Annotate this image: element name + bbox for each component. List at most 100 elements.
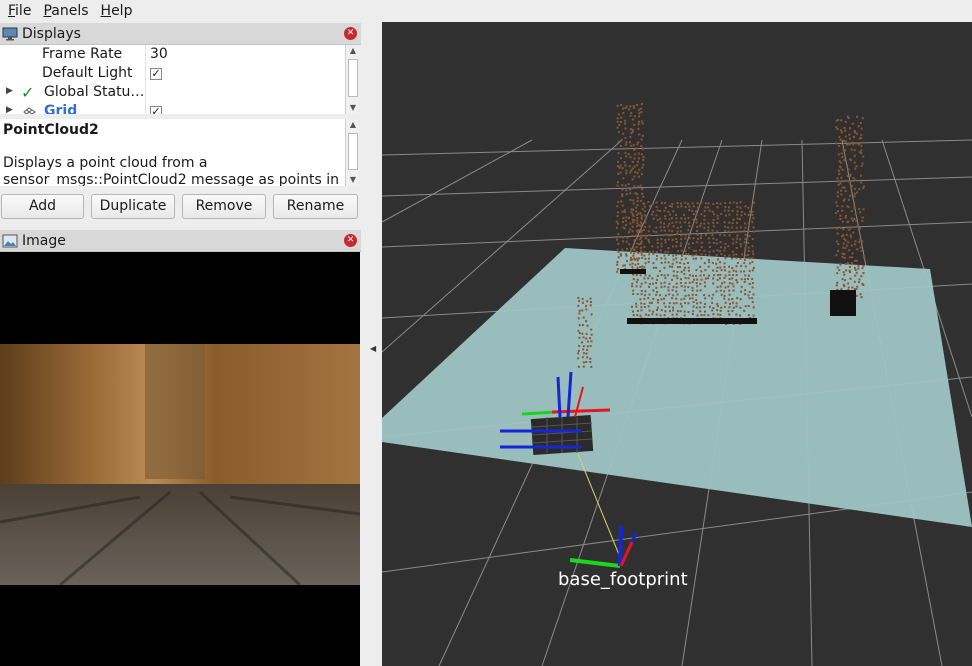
point-cloud-point bbox=[680, 217, 682, 219]
scroll-up-icon[interactable]: ▲ bbox=[346, 45, 360, 57]
point-cloud-point bbox=[744, 213, 746, 215]
point-cloud-point bbox=[636, 222, 638, 224]
point-cloud-point bbox=[751, 278, 753, 280]
scroll-up-icon[interactable]: ▲ bbox=[346, 119, 360, 131]
rename-button[interactable]: Rename bbox=[273, 194, 358, 219]
render-viewport[interactable]: base_footprint bbox=[382, 22, 972, 666]
point-cloud-point bbox=[836, 178, 838, 180]
point-cloud-point bbox=[621, 195, 623, 197]
remove-button[interactable]: Remove bbox=[182, 194, 266, 219]
image-close-button[interactable]: ✕ bbox=[344, 234, 357, 247]
point-cloud-point bbox=[748, 257, 750, 259]
point-cloud-point bbox=[840, 227, 842, 229]
collapse-left-arrow-icon[interactable]: ◀ bbox=[370, 344, 376, 353]
point-cloud-point bbox=[858, 188, 860, 190]
point-cloud-point bbox=[835, 142, 837, 144]
point-cloud-point bbox=[700, 270, 702, 272]
scroll-thumb[interactable] bbox=[348, 59, 358, 97]
point-cloud-point bbox=[733, 201, 735, 203]
point-cloud-point bbox=[633, 202, 635, 204]
point-cloud-point bbox=[652, 283, 654, 285]
point-cloud-point bbox=[669, 214, 671, 216]
point-cloud-point bbox=[626, 193, 628, 195]
point-cloud-point bbox=[700, 289, 702, 291]
point-cloud-point bbox=[620, 117, 622, 119]
expand-arrow-icon[interactable]: ▶ bbox=[6, 86, 13, 96]
point-cloud-point bbox=[727, 310, 729, 312]
point-cloud-point bbox=[637, 161, 639, 163]
grid-checkbox[interactable]: ✓ bbox=[150, 106, 162, 114]
menu-file[interactable]: File bbox=[0, 3, 35, 19]
point-cloud-point bbox=[856, 260, 858, 262]
point-cloud-point bbox=[667, 274, 669, 276]
point-cloud-point bbox=[655, 214, 657, 216]
point-cloud-point bbox=[636, 258, 638, 260]
point-cloud-point bbox=[671, 203, 673, 205]
point-cloud-point bbox=[664, 239, 666, 241]
point-cloud-point bbox=[642, 135, 644, 137]
point-cloud-point bbox=[624, 209, 626, 211]
point-cloud-point bbox=[745, 234, 747, 236]
duplicate-button[interactable]: Duplicate bbox=[91, 194, 175, 219]
expand-arrow-icon[interactable]: ▶ bbox=[6, 105, 13, 114]
add-button[interactable]: Add bbox=[1, 194, 84, 219]
point-cloud-point bbox=[695, 294, 697, 296]
point-cloud-point bbox=[752, 286, 754, 288]
point-cloud-point bbox=[583, 336, 585, 338]
point-cloud-point bbox=[709, 251, 711, 253]
point-cloud-point bbox=[697, 234, 699, 236]
point-cloud-point bbox=[845, 215, 847, 217]
point-cloud-point bbox=[665, 306, 667, 308]
point-cloud-point bbox=[695, 269, 697, 271]
menu-panels[interactable]: Panels bbox=[35, 3, 92, 19]
point-cloud-point bbox=[635, 303, 637, 305]
point-cloud-point bbox=[589, 337, 591, 339]
scroll-down-icon[interactable]: ▼ bbox=[346, 174, 360, 186]
point-cloud-point bbox=[636, 172, 638, 174]
scroll-down-icon[interactable]: ▼ bbox=[346, 102, 360, 114]
point-cloud-point bbox=[838, 170, 840, 172]
point-cloud-point bbox=[854, 267, 856, 269]
default-light-checkbox[interactable]: ✓ bbox=[150, 68, 162, 80]
point-cloud-point bbox=[860, 134, 862, 136]
dock-splitter[interactable]: ◀ bbox=[361, 22, 382, 666]
point-cloud-point bbox=[844, 257, 846, 259]
displays-scrollbar[interactable]: ▲ ▼ bbox=[345, 45, 359, 114]
point-cloud-point bbox=[680, 278, 682, 280]
point-cloud-point bbox=[622, 217, 624, 219]
frame-rate-value[interactable]: 30 bbox=[150, 46, 168, 62]
point-cloud-point bbox=[651, 245, 653, 247]
point-cloud-point bbox=[671, 222, 673, 224]
point-cloud-point bbox=[732, 210, 734, 212]
tree-row-global-status[interactable]: ▶ ✓ Global Statu… bbox=[0, 83, 345, 102]
point-cloud-point bbox=[846, 165, 848, 167]
point-cloud-point bbox=[616, 264, 618, 266]
point-cloud-point bbox=[862, 156, 864, 158]
point-cloud-point bbox=[587, 345, 589, 347]
point-cloud-point bbox=[693, 219, 695, 221]
point-cloud-point bbox=[707, 277, 709, 279]
tree-row-frame-rate[interactable]: Frame Rate 30 bbox=[0, 45, 345, 64]
tree-row-grid[interactable]: ▶ Grid ✓ bbox=[0, 102, 345, 114]
point-cloud-point bbox=[577, 305, 579, 307]
point-cloud-point bbox=[749, 283, 751, 285]
displays-close-button[interactable]: ✕ bbox=[344, 27, 357, 40]
point-cloud-point bbox=[728, 290, 730, 292]
point-cloud-point bbox=[863, 208, 865, 210]
description-text: Displays a point cloud from a sensor_msg… bbox=[3, 155, 342, 186]
point-cloud-point bbox=[720, 310, 722, 312]
point-cloud-point bbox=[617, 161, 619, 163]
point-cloud-point bbox=[704, 297, 706, 299]
scroll-thumb[interactable] bbox=[348, 133, 358, 170]
point-cloud-point bbox=[860, 175, 862, 177]
tree-row-default-light[interactable]: Default Light ✓ bbox=[0, 64, 345, 83]
point-cloud-point bbox=[713, 242, 715, 244]
description-scrollbar[interactable]: ▲ ▼ bbox=[345, 119, 359, 186]
menu-help[interactable]: Help bbox=[93, 3, 137, 19]
point-cloud-point bbox=[675, 238, 677, 240]
displays-tree[interactable]: Frame Rate 30 Default Light ✓ ▶ ✓ Global… bbox=[0, 45, 345, 114]
point-cloud-point bbox=[648, 239, 650, 241]
point-cloud-point bbox=[629, 264, 631, 266]
point-cloud-point bbox=[640, 315, 642, 317]
point-cloud-point bbox=[729, 306, 731, 308]
